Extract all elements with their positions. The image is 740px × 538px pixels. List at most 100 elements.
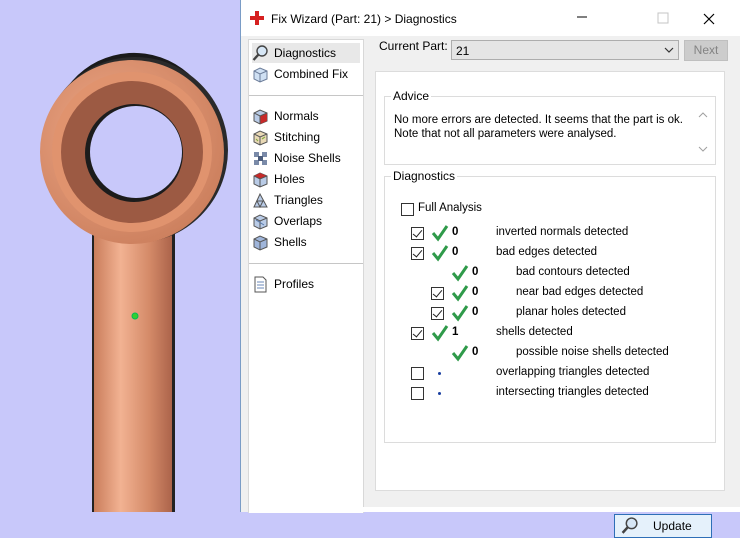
diagnostic-checkbox[interactable] xyxy=(411,247,424,260)
fix-wizard-window: Fix Wizard (Part: 21) > Diagnostics Diag… xyxy=(240,0,740,538)
diagnostic-row: intersecting triangles detected xyxy=(385,384,715,402)
triangles-icon xyxy=(253,192,268,208)
diagnostic-label: possible noise shells detected xyxy=(516,346,669,358)
nav-item-combined-fix[interactable]: Combined Fix xyxy=(252,64,360,84)
diagnostics-panel: Advice No more errors are detected. It s… xyxy=(375,71,725,538)
ok-check-icon xyxy=(451,265,469,282)
current-part-label: Current Part: xyxy=(379,39,448,53)
ok-check-icon xyxy=(451,305,469,322)
full-analysis-label: Full Analysis xyxy=(418,202,482,214)
pending-status-dot xyxy=(438,392,441,395)
close-button[interactable] xyxy=(686,6,732,32)
diagnostic-row: 0 possible noise shells detected xyxy=(385,344,715,362)
pivot-point-marker xyxy=(131,312,139,320)
diagnostic-checkbox[interactable] xyxy=(431,287,444,300)
overlaps-icon xyxy=(253,213,268,230)
nav-item-holes[interactable]: Holes xyxy=(252,169,360,189)
diagnostic-count: 0 xyxy=(472,286,479,298)
ok-check-icon xyxy=(431,245,449,262)
diagnostic-checkbox[interactable] xyxy=(411,387,424,400)
shells-icon xyxy=(253,234,268,251)
scroll-up-icon[interactable] xyxy=(698,111,708,119)
nav-item-label: Stitching xyxy=(274,130,321,144)
ok-check-icon xyxy=(431,325,449,342)
diagnostics-group: Diagnostics Full Analysis 0 inverted norm… xyxy=(384,169,716,538)
nav-divider xyxy=(249,95,363,96)
diagnostic-row: 0 bad edges detected xyxy=(385,244,715,262)
diagnostic-checkbox[interactable] xyxy=(411,327,424,340)
diagnostic-label: bad contours detected xyxy=(516,266,630,278)
nav-divider xyxy=(249,263,363,264)
combined-fix-icon xyxy=(253,66,268,83)
diagnostic-count: 0 xyxy=(452,246,459,258)
diagnostic-row: 0 inverted normals detected xyxy=(385,224,715,242)
diagnostic-label: shells detected xyxy=(496,326,573,338)
nav-item-label: Normals xyxy=(274,109,319,123)
diagnostic-label: near bad edges detected xyxy=(516,286,644,298)
pending-status-dot xyxy=(438,372,441,375)
maximize-button[interactable] xyxy=(640,6,686,32)
normals-cube-icon xyxy=(253,108,268,125)
nav-item-overlaps[interactable]: Overlaps xyxy=(252,211,360,231)
diagnostic-checkbox[interactable] xyxy=(411,367,424,380)
update-label: Update xyxy=(653,519,692,533)
magnifier-icon xyxy=(621,517,638,534)
diagnostic-label: inverted normals detected xyxy=(496,226,629,238)
fix-wizard-nav: Diagnostics Combined Fix Normals Stitchi… xyxy=(248,39,364,513)
diagnostic-label: bad edges detected xyxy=(496,246,598,258)
close-icon xyxy=(703,13,715,25)
chevron-down-icon xyxy=(664,47,674,53)
diagnostic-row: 0 near bad edges detected xyxy=(385,284,715,302)
nav-item-triangles[interactable]: Triangles xyxy=(252,190,360,210)
holes-cube-icon xyxy=(253,171,268,188)
ok-check-icon xyxy=(451,345,469,362)
part-model xyxy=(40,52,228,512)
nav-item-label: Profiles xyxy=(274,277,315,291)
diagnostic-label: overlapping triangles detected xyxy=(496,366,650,378)
scroll-down-icon[interactable] xyxy=(698,145,708,153)
diagnostics-legend: Diagnostics xyxy=(393,169,456,183)
advice-legend: Advice xyxy=(393,89,430,103)
nav-item-noise-shells[interactable]: Noise Shells xyxy=(252,148,360,168)
nav-item-label: Holes xyxy=(274,172,305,186)
nav-item-profiles[interactable]: Profiles xyxy=(252,274,360,294)
nav-item-stitching[interactable]: Stitching xyxy=(252,127,360,147)
nav-item-label: Diagnostics xyxy=(274,46,337,60)
wizard-content: Current Part: 21 Next Advice No more err… xyxy=(363,36,740,538)
diagnostic-checkbox[interactable] xyxy=(431,307,444,320)
ok-check-icon xyxy=(451,285,469,302)
nav-item-label: Noise Shells xyxy=(274,151,341,165)
3d-viewport[interactable] xyxy=(0,0,240,512)
advice-group: Advice No more errors are detected. It s… xyxy=(384,89,716,165)
window-bottom-strip xyxy=(363,507,740,512)
nav-item-label: Shells xyxy=(274,235,307,249)
update-button[interactable]: Update xyxy=(614,514,712,538)
full-analysis-checkbox[interactable] xyxy=(401,203,414,216)
next-button[interactable]: Next xyxy=(684,40,728,61)
advice-scrollbar[interactable] xyxy=(696,111,710,157)
diagnostic-row: 1 shells detected xyxy=(385,324,715,342)
diagnostic-row: 0 bad contours detected xyxy=(385,264,715,282)
diagnostic-row: overlapping triangles detected xyxy=(385,364,715,382)
nav-item-shells[interactable]: Shells xyxy=(252,232,360,252)
minimize-button[interactable] xyxy=(559,6,605,32)
nav-item-label: Triangles xyxy=(274,193,323,207)
diagnostic-label: planar holes detected xyxy=(516,306,626,318)
maximize-icon xyxy=(657,12,669,24)
diagnostic-count: 0 xyxy=(472,306,479,318)
nav-item-label: Combined Fix xyxy=(274,67,349,81)
nav-item-diagnostics[interactable]: Diagnostics xyxy=(252,43,360,63)
diagnostic-count: 0 xyxy=(452,226,459,238)
current-part-select[interactable]: 21 xyxy=(451,40,679,60)
title-bar[interactable]: Fix Wizard (Part: 21) > Diagnostics xyxy=(241,0,740,36)
advice-text: No more errors are detected. It seems th… xyxy=(394,114,683,140)
nav-item-label: Overlaps xyxy=(274,214,323,228)
diagnostic-count: 0 xyxy=(472,346,479,358)
profiles-document-icon xyxy=(254,276,267,292)
diagnostic-count: 1 xyxy=(452,326,459,338)
current-part-value: 21 xyxy=(456,44,470,58)
diagnostic-checkbox[interactable] xyxy=(411,227,424,240)
minimize-icon xyxy=(577,16,587,18)
nav-item-normals[interactable]: Normals xyxy=(252,106,360,126)
magnifier-icon xyxy=(252,44,268,61)
